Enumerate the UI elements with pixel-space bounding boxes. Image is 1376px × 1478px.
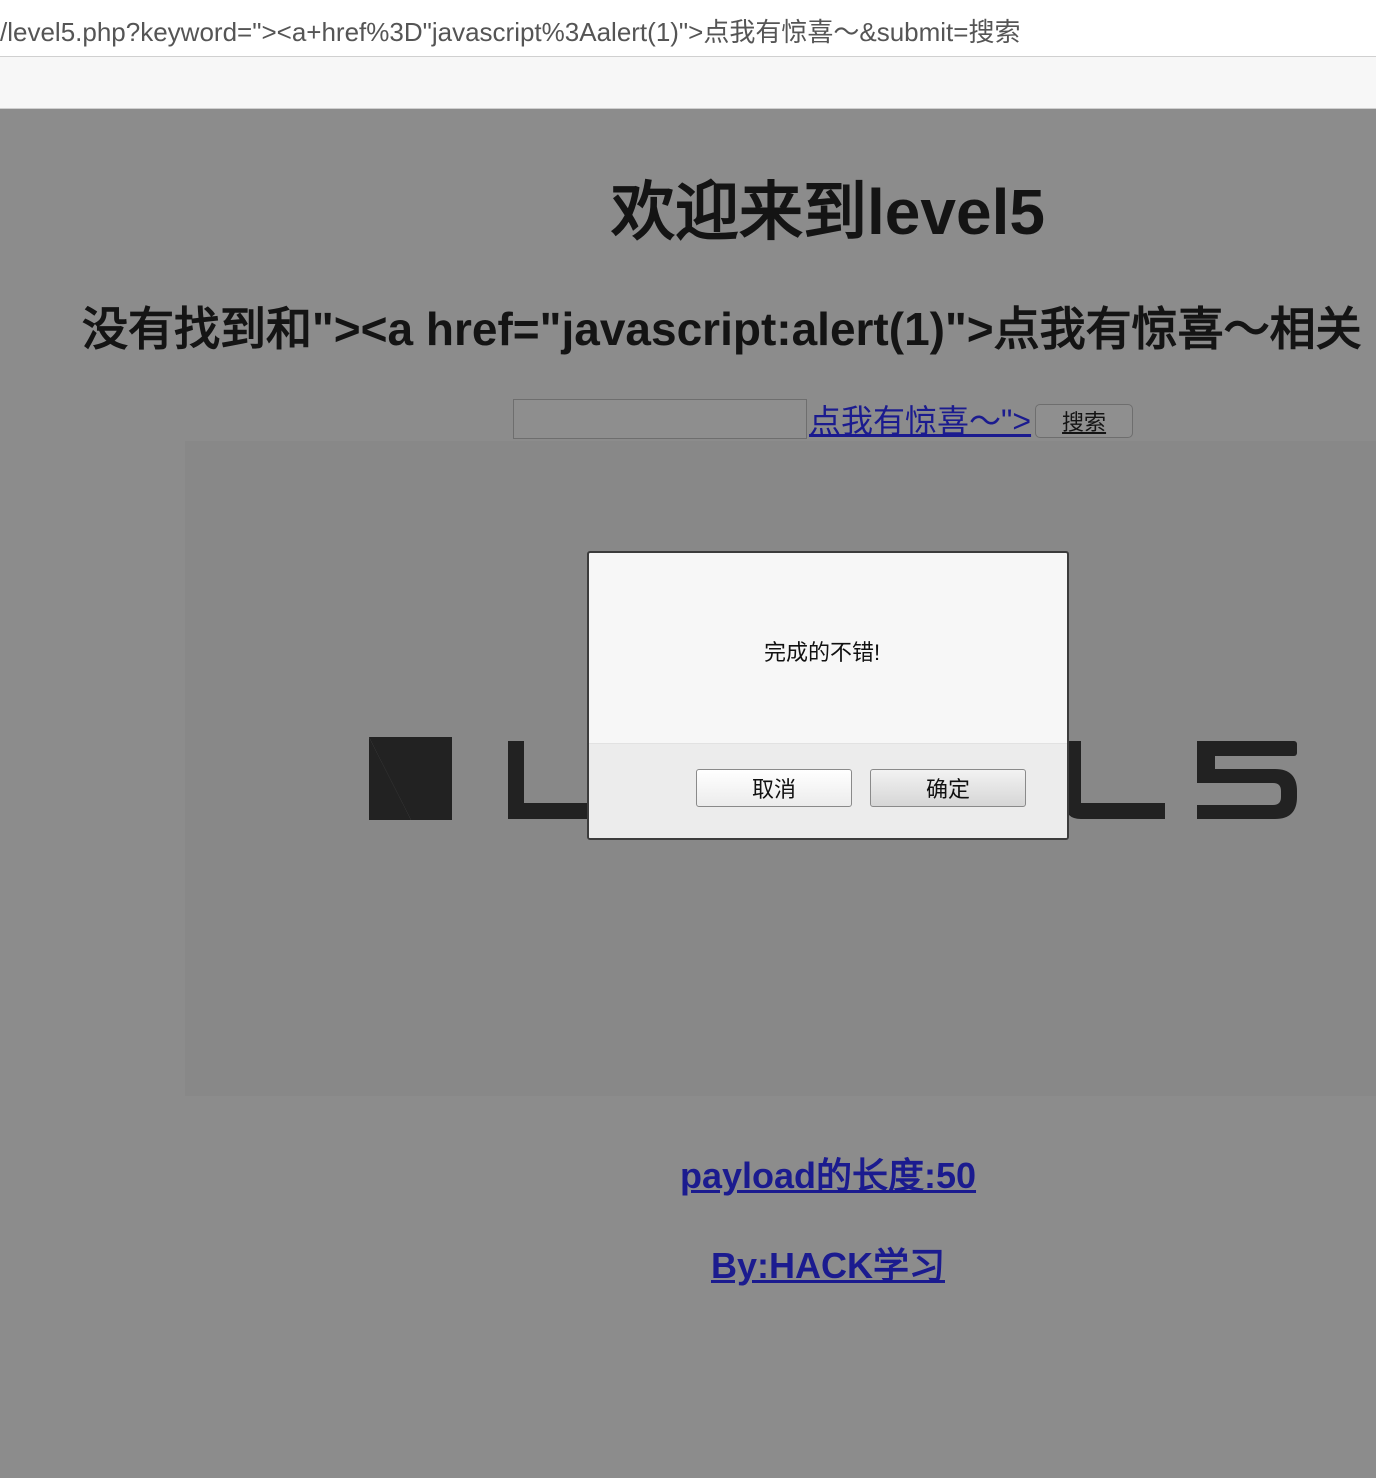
search-form: 点我有惊喜～"> 搜索 xyxy=(513,396,1134,442)
ok-button[interactable]: 确定 xyxy=(870,769,1026,807)
search-button[interactable]: 搜索 xyxy=(1035,404,1134,438)
injected-link[interactable]: 点我有惊喜～"> xyxy=(809,396,1031,442)
dialog-message: 完成的不错! xyxy=(763,640,881,665)
url-text[interactable]: /level5.php?keyword="><a+href%3D"javascr… xyxy=(0,12,1020,49)
search-result-heading: 没有找到和"><a href="javascript:alert(1)">点我有… xyxy=(82,303,1362,355)
alert-dialog: 完成的不错! 取消 确定 xyxy=(587,551,1069,840)
page-title: 欢迎来到level5 xyxy=(611,176,1045,248)
payload-length-text[interactable]: payload的长度:50 xyxy=(0,1147,1376,1199)
cancel-button[interactable]: 取消 xyxy=(696,769,852,807)
author-link[interactable]: By:HACK学习 xyxy=(0,1237,1376,1289)
bookmarks-toolbar xyxy=(0,57,1376,109)
address-bar[interactable]: /level5.php?keyword="><a+href%3D"javascr… xyxy=(0,0,1376,57)
keyword-input[interactable] xyxy=(513,399,807,439)
dialog-button-bar: 取消 确定 xyxy=(589,743,1067,838)
